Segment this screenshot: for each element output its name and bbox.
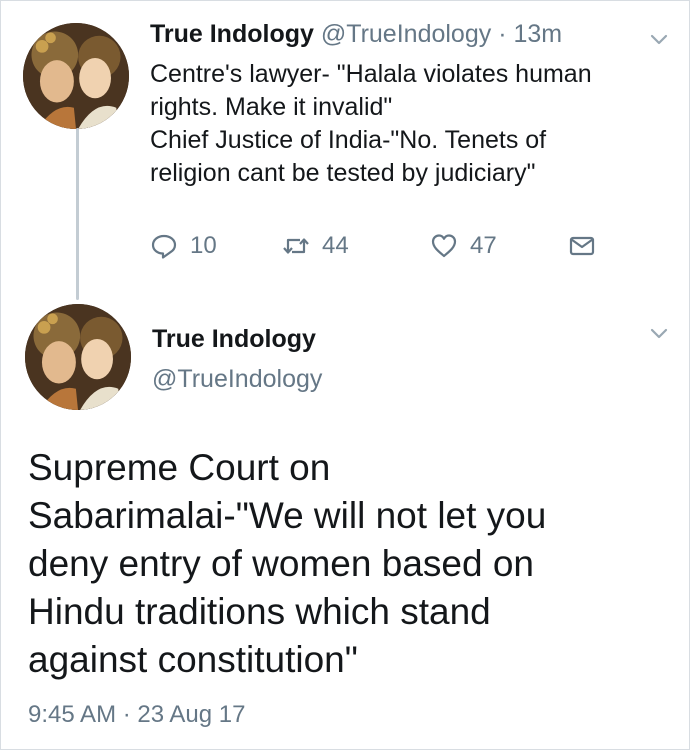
reply-button[interactable]: 10 [150, 228, 217, 264]
chevron-down-icon[interactable] [650, 327, 668, 339]
avatar-image [23, 23, 129, 129]
timestamp[interactable]: 13m [513, 20, 562, 48]
avatar[interactable] [25, 304, 131, 410]
tweet-text: Centre's lawyer- "Halala violates human … [150, 58, 650, 190]
tweet-text: Supreme Court on Sabarimalai-"We will no… [28, 444, 668, 684]
avatar[interactable] [23, 23, 129, 129]
tweet-text-line: Centre's lawyer- "Halala violates human [150, 60, 592, 88]
tweet-text-line: against constitution" [28, 639, 358, 680]
tweet-text-line: Supreme Court on [28, 447, 331, 488]
message-button[interactable] [568, 228, 608, 264]
tweet-timestamp[interactable]: 9:45 AM · 23 Aug 17 [28, 700, 246, 730]
username[interactable]: @TrueIndology [321, 20, 491, 48]
retweet-icon [283, 238, 309, 254]
envelope-icon [569, 236, 595, 256]
chevron-down-icon[interactable] [650, 33, 668, 45]
avatar-image [25, 304, 131, 410]
tweet-text-line: deny entry of women based on [28, 543, 534, 584]
retweet-button[interactable]: 44 [282, 228, 349, 264]
like-button[interactable]: 47 [430, 228, 497, 264]
tweet-text-line: Hindu traditions which stand [28, 591, 491, 632]
tweet-text-line: rights. Make it invalid" [150, 93, 393, 121]
username[interactable]: @TrueIndology [152, 362, 322, 396]
heart-icon [431, 234, 457, 258]
tweet-actions: 10 44 47 [150, 228, 610, 264]
reply-icon [151, 234, 177, 259]
tweet-text-line: Sabarimalai-"We will not let you [28, 495, 547, 536]
like-count: 47 [470, 232, 497, 259]
separator: · [498, 20, 507, 48]
tweet-text-line: religion cant be tested by judiciary" [150, 159, 536, 187]
thread-line [76, 128, 79, 300]
retweet-count: 44 [322, 232, 349, 259]
reply-count: 10 [190, 232, 217, 259]
display-name[interactable]: True Indology [152, 322, 316, 356]
display-name[interactable]: True Indology [150, 20, 314, 48]
tweet-header: True Indology @TrueIndology · 13m [150, 18, 562, 50]
tweet-text-line: Chief Justice of India-"No. Tenets of [150, 126, 547, 154]
